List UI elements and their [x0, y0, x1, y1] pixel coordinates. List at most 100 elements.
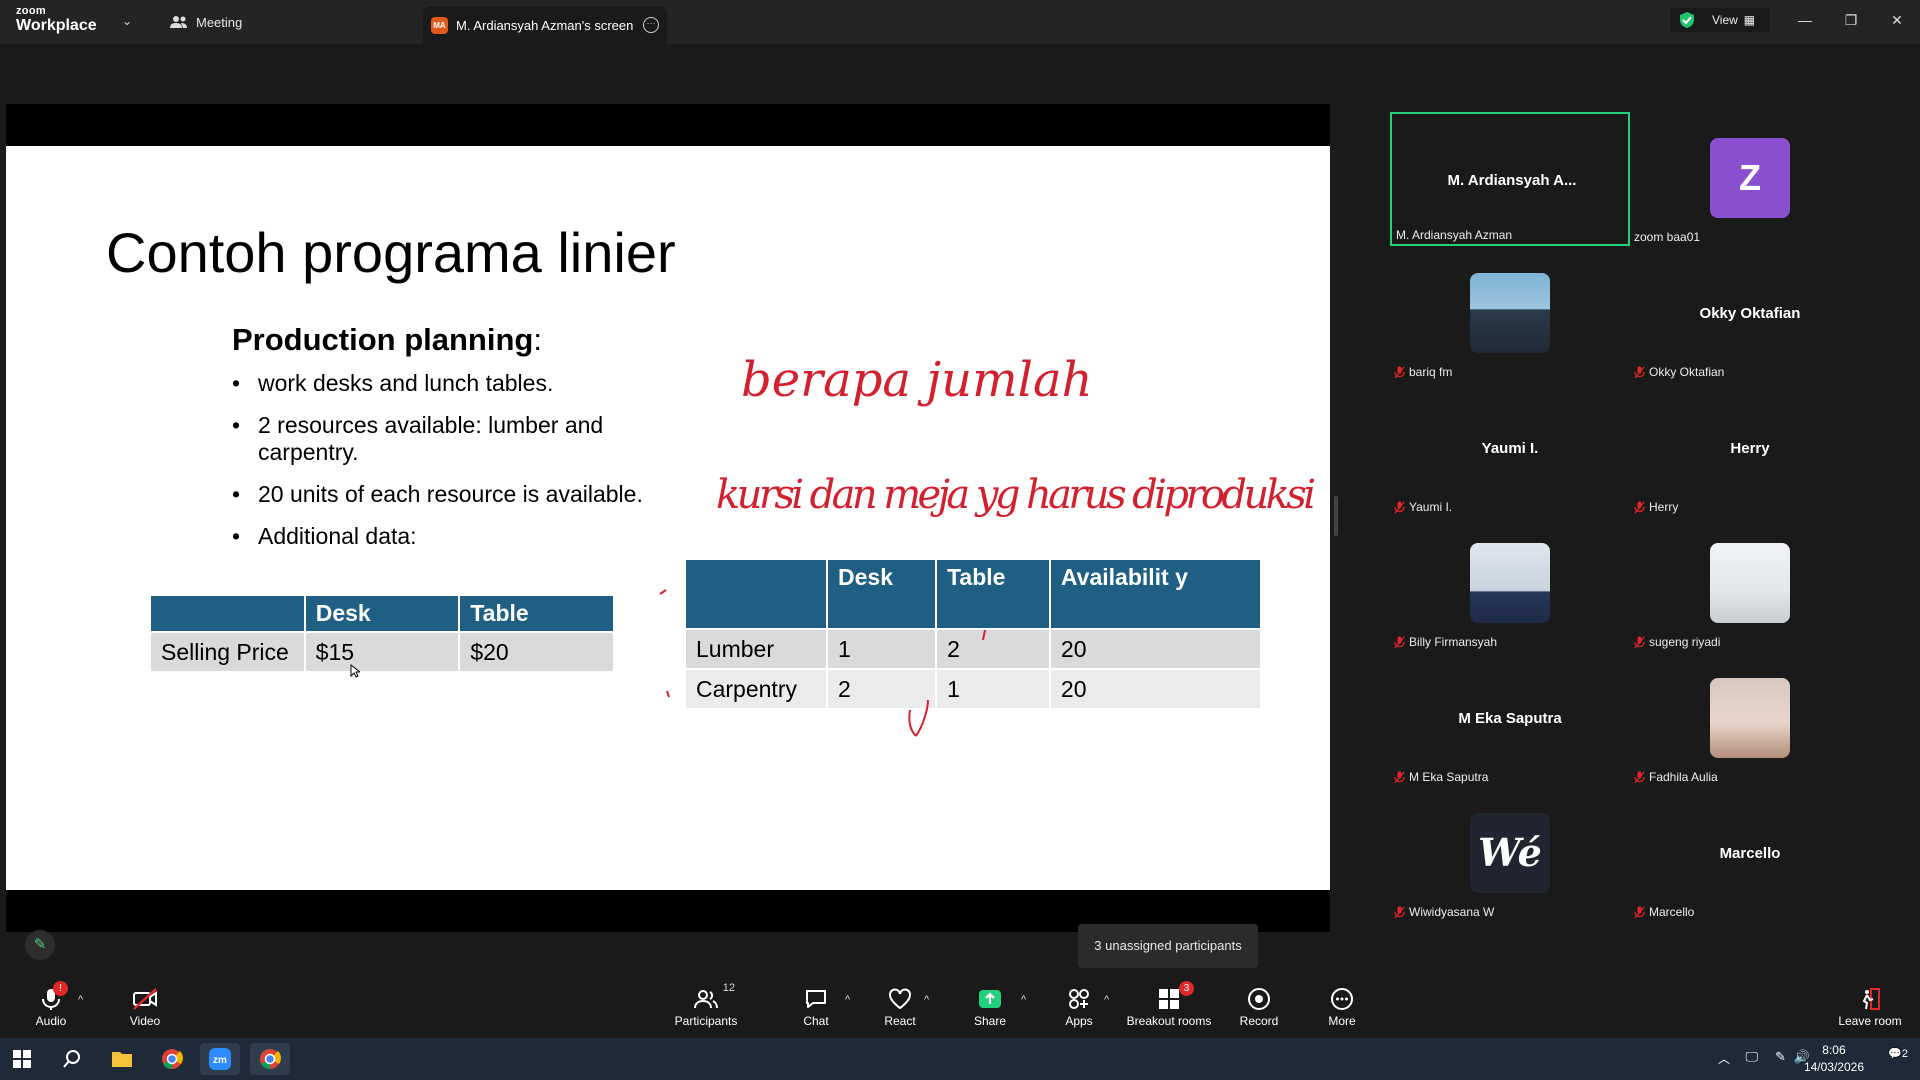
muted-mic-icon — [1394, 771, 1405, 783]
react-label: React — [884, 1014, 916, 1028]
people-icon — [170, 16, 187, 28]
chat-icon — [806, 990, 826, 1008]
table-row: Lumber 1 2 20 — [684, 628, 1263, 670]
system-clock[interactable]: 8:06 14/03/2026 — [1804, 1042, 1864, 1076]
search-icon[interactable] — [52, 1043, 92, 1075]
chat-button[interactable]: Chat — [771, 986, 861, 1028]
participant-tile[interactable]: M. Ardiansyah A... M. Ardiansyah Azman — [1390, 112, 1630, 246]
view-label: View — [1712, 13, 1738, 27]
bullet-item: work desks and lunch tables. — [232, 370, 682, 397]
table-cell: 1 — [825, 628, 938, 670]
table-cell: 20 — [1048, 668, 1263, 710]
table-header-row: Desk Table — [149, 594, 615, 633]
network-icon[interactable]: 🖵 — [1745, 1049, 1758, 1065]
chevron-up-icon[interactable]: ^ — [78, 994, 83, 1006]
participant-display-name: Yaumi I. — [1481, 440, 1539, 457]
participant-tile[interactable]: Marcello Marcello — [1630, 787, 1870, 921]
chevron-down-icon[interactable]: ⌄ — [122, 14, 132, 28]
mouse-cursor-icon — [350, 664, 360, 678]
table-header-cell: Availabilit y — [1048, 558, 1263, 630]
chrome-active-icon[interactable] — [250, 1043, 290, 1075]
tray-chevron-icon[interactable]: ︿ — [1718, 1050, 1730, 1067]
pen-icon[interactable]: ✎ — [1775, 1049, 1786, 1065]
participant-tile[interactable]: Okky Oktafian Okky Oktafian — [1630, 247, 1870, 381]
title-bar: zoom Workplace ⌄ Meeting MA M. Ardiansya… — [0, 0, 1920, 44]
participant-tile[interactable]: Billy Firmansyah — [1390, 517, 1630, 651]
file-explorer-icon[interactable] — [102, 1043, 142, 1075]
leave-room-button[interactable]: Leave room — [1825, 986, 1915, 1028]
close-button[interactable]: ✕ — [1882, 8, 1912, 32]
annotate-pencil-icon[interactable]: ✎ — [25, 930, 55, 960]
participant-tile[interactable]: M Eka Saputra M Eka Saputra — [1390, 652, 1630, 786]
tab-shared-screen[interactable]: MA M. Ardiansyah Azman's screen ··· — [423, 6, 667, 44]
participants-button[interactable]: 12 Participants — [661, 982, 751, 1028]
table-header-cell: Desk — [303, 594, 461, 633]
participant-label-text: Wiwidyasana W — [1409, 905, 1495, 919]
slide-subtitle: Production planning: — [232, 322, 542, 358]
windows-start-icon[interactable] — [2, 1043, 42, 1075]
participant-label-text: sugeng riyadi — [1649, 635, 1721, 649]
participant-name-label: Yaumi I. — [1394, 500, 1452, 514]
restore-button[interactable]: ❐ — [1836, 8, 1866, 32]
participant-name-label: Billy Firmansyah — [1394, 635, 1497, 649]
view-button[interactable]: View ▦ — [1670, 8, 1770, 32]
participants-count: 12 — [722, 982, 735, 994]
participant-name-label: M. Ardiansyah Azman — [1396, 228, 1512, 242]
chat-label: Chat — [803, 1014, 829, 1028]
video-button[interactable]: Video — [100, 986, 190, 1028]
participant-label-text: Marcello — [1649, 905, 1695, 919]
table-row: Carpentry 2 1 20 — [684, 668, 1263, 710]
chevron-up-icon[interactable]: ^ — [1021, 994, 1026, 1006]
participant-label-text: M. Ardiansyah Azman — [1396, 228, 1513, 242]
participant-tile[interactable]: sugeng riyadi — [1630, 517, 1870, 651]
share-screen-icon — [979, 990, 1001, 1008]
participant-tile[interactable]: Zzoom baa01 — [1630, 112, 1870, 246]
chevron-up-icon[interactable]: ^ — [845, 994, 850, 1006]
table-header-cell — [149, 594, 306, 633]
table-cell: 20 — [1048, 628, 1263, 670]
price-table: Desk Table Selling Price $15 $20 — [149, 594, 615, 673]
more-options-icon[interactable]: ··· — [643, 17, 659, 33]
tab-meeting[interactable]: Meeting — [170, 8, 242, 36]
apps-icon — [1069, 989, 1089, 1009]
audio-button[interactable]: ! Audio — [6, 981, 96, 1028]
resource-table: Desk Table Availabilit y Lumber 1 2 20 C… — [684, 558, 1263, 710]
table-cell: $20 — [458, 631, 615, 673]
participant-initial-avatar: Z — [1710, 138, 1790, 218]
chevron-up-icon[interactable]: ^ — [1104, 994, 1109, 1006]
minimize-button[interactable]: — — [1790, 8, 1820, 32]
table-cell: 2 — [935, 628, 1051, 670]
participant-name-label: bariq fm — [1394, 365, 1452, 379]
participant-label-text: Billy Firmansyah — [1409, 635, 1498, 649]
breakout-rooms-icon — [1159, 989, 1179, 1009]
participant-label-text: Yaumi I. — [1409, 500, 1453, 514]
record-button[interactable]: Record — [1214, 986, 1304, 1028]
apps-label: Apps — [1065, 1014, 1093, 1028]
chevron-up-icon[interactable]: ^ — [924, 994, 929, 1006]
table-cell: Selling Price — [149, 631, 306, 673]
muted-mic-icon — [1394, 636, 1405, 648]
more-button[interactable]: More — [1297, 986, 1387, 1028]
participant-tile[interactable]: bariq fm — [1390, 247, 1630, 381]
react-button[interactable]: React — [855, 986, 945, 1028]
zoom-logo: zoom Workplace — [16, 6, 97, 34]
table-cell: Carpentry — [684, 668, 828, 710]
participant-tile[interactable]: Yaumi I. Yaumi I. — [1390, 382, 1630, 516]
participant-tile[interactable]: Herry Herry — [1630, 382, 1870, 516]
share-button[interactable]: Share — [945, 986, 1035, 1028]
participant-name-label: Wiwidyasana W — [1394, 905, 1494, 919]
participant-display-name: Herry — [1730, 440, 1770, 457]
split-view-handle[interactable] — [1334, 496, 1338, 536]
table-header-cell: Table — [458, 594, 615, 633]
participant-name-label: Okky Oktafian — [1634, 365, 1724, 379]
notifications-icon[interactable]: 💬2 — [1888, 1047, 1908, 1060]
participant-tile[interactable]: Fadhila Aulia — [1630, 652, 1870, 786]
chrome-icon[interactable] — [152, 1043, 192, 1075]
participant-tile[interactable]: Wé Wiwidyasana W — [1390, 787, 1630, 921]
apps-button[interactable]: Apps — [1034, 986, 1124, 1028]
presentation-slide: Contoh programa linier Production planni… — [6, 146, 1330, 890]
zoom-taskbar-icon[interactable]: zm — [200, 1043, 240, 1075]
participant-logo-avatar: Wé — [1470, 813, 1550, 893]
tab-screen-label: M. Ardiansyah Azman's screen — [456, 17, 634, 33]
breakout-rooms-button[interactable]: 3 Breakout rooms — [1124, 981, 1214, 1028]
